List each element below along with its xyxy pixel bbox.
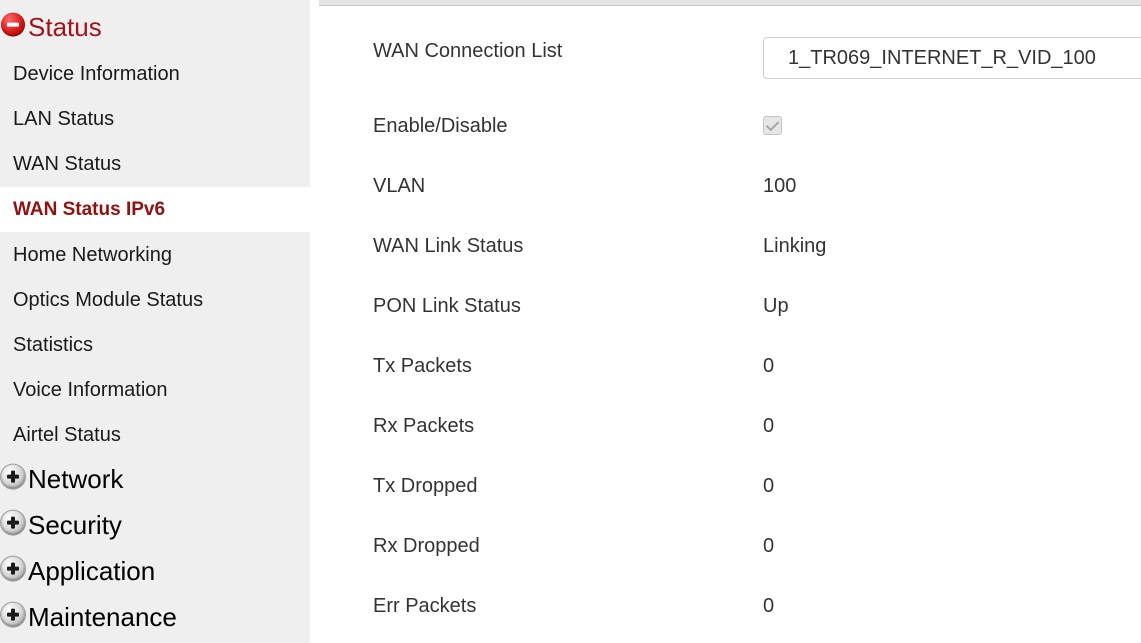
sidebar-item-wan-status[interactable]: WAN Status: [0, 142, 310, 187]
tx-dropped-label: Tx Dropped: [373, 475, 478, 497]
sidebar-item-voice-information[interactable]: Voice Information: [0, 368, 310, 413]
sidebar-item-label: LAN Status: [13, 108, 115, 130]
sidebar-item-label: Statistics: [13, 334, 94, 356]
sidebar-item-lan-status[interactable]: LAN Status: [0, 97, 310, 142]
tx-packets-label: Tx Packets: [373, 355, 472, 377]
check-icon: [765, 117, 780, 131]
plus-circle-icon[interactable]: [1, 556, 25, 581]
err-packets-value: 0: [763, 595, 775, 617]
sidebar-item-label: Voice Information: [13, 379, 168, 401]
rx-dropped-value: 0: [763, 535, 775, 557]
plus-circle-icon[interactable]: [1, 510, 25, 535]
plus-circle-icon[interactable]: [1, 602, 25, 627]
plus-circle-icon[interactable]: [1, 464, 25, 489]
sidebar-section-network[interactable]: Network: [0, 459, 310, 499]
sidebar-section-application[interactable]: Application: [0, 551, 310, 591]
vlan-label: VLAN: [373, 175, 426, 197]
section-label-security: Security: [28, 510, 122, 540]
enable-disable-label: Enable/Disable: [373, 115, 508, 137]
pon-link-status-value: Up: [763, 295, 789, 317]
sidebar-section-security[interactable]: Security: [0, 505, 310, 545]
sidebar-item-label: Home Networking: [13, 244, 172, 266]
sidebar-item-wan-status-ipv6[interactable]: WAN Status IPv6: [0, 187, 310, 232]
tx-packets-value: 0: [763, 355, 775, 377]
err-packets-label: Err Packets: [373, 595, 477, 617]
section-label-maintenance: Maintenance: [28, 602, 177, 632]
section-label-status: Status: [28, 12, 102, 42]
sidebar-item-label: WAN Status: [13, 153, 122, 175]
tx-dropped-value: 0: [763, 475, 775, 497]
sidebar-item-optics-module-status[interactable]: Optics Module Status: [0, 278, 310, 323]
sidebar-item-device-information[interactable]: Device Information: [0, 52, 310, 97]
section-label-network: Network: [28, 464, 124, 494]
wan-link-status-label: WAN Link Status: [373, 235, 524, 257]
sidebar-section-maintenance[interactable]: Maintenance: [0, 597, 310, 637]
pon-link-status-label: PON Link Status: [373, 295, 521, 317]
sidebar-item-home-networking[interactable]: Home Networking: [0, 233, 310, 278]
sidebar-item-label: WAN Status IPv6: [13, 198, 166, 220]
enable-disable-checkbox[interactable]: [763, 116, 782, 135]
sidebar-item-statistics[interactable]: Statistics: [0, 323, 310, 368]
rx-packets-label: Rx Packets: [373, 415, 475, 437]
sidebar-item-label: Optics Module Status: [13, 289, 204, 311]
minus-circle-icon[interactable]: [1, 12, 25, 37]
top-divider: [319, 0, 1141, 6]
sidebar-item-label: Airtel Status: [13, 424, 121, 446]
sidebar-item-airtel-status[interactable]: Airtel Status: [0, 413, 310, 458]
rx-packets-value: 0: [763, 415, 775, 437]
wan-link-status-value: Linking: [763, 235, 827, 257]
vlan-value: 100: [763, 175, 797, 197]
sidebar-section-status[interactable]: Status: [0, 7, 310, 47]
wan-connection-select[interactable]: 1_TR069_INTERNET_R_VID_100: [763, 37, 1141, 79]
wan-status-ipv6-panel: WAN Connection List 1_TR069_INTERNET_R_V…: [310, 0, 1141, 643]
sidebar-nav: Status Device Information LAN Status WAN…: [0, 0, 310, 643]
section-label-application: Application: [28, 556, 156, 586]
rx-dropped-label: Rx Dropped: [373, 535, 480, 557]
wan-connection-list-label: WAN Connection List: [373, 40, 563, 62]
sidebar-item-label: Device Information: [13, 63, 180, 85]
